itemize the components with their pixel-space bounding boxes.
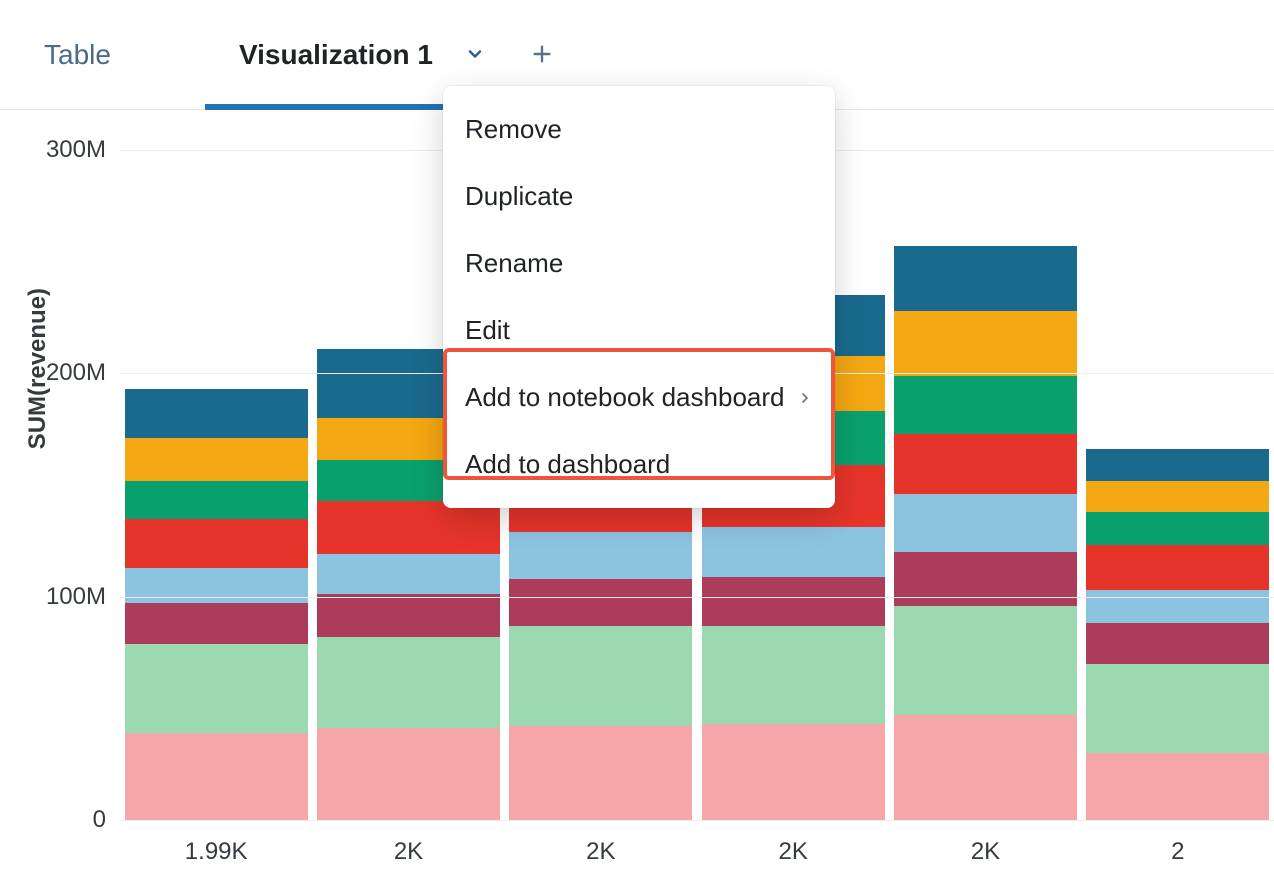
bar-segment [1086,590,1269,624]
menu-add-to-notebook-dashboard[interactable]: Add to notebook dashboard [443,364,835,431]
bar[interactable] [1086,449,1269,820]
bar-segment [1086,623,1269,663]
bar-segment [1086,664,1269,753]
bar-segment [1086,481,1269,512]
bar-segment [317,728,500,820]
chevron-down-icon [465,44,485,64]
bar-segment [509,532,692,579]
bar-segment [894,376,1077,434]
x-tick-label: 1.99K [185,838,248,866]
bar-segment [894,246,1077,311]
bar-segment [317,554,500,594]
menu-remove[interactable]: Remove [443,96,835,163]
y-tick-label: 300M [46,136,120,164]
tab-actions [465,43,553,65]
bar-segment [702,527,885,576]
bar-segment [702,577,885,626]
gridline [120,597,1274,598]
bar-segment [1086,449,1269,480]
x-tick-label: 2 [1171,838,1184,866]
bar-segment [894,311,1077,376]
bar-segment [894,494,1077,552]
bar-segment [125,438,308,480]
bar-segment [317,637,500,729]
bar-segment [509,726,692,820]
plus-icon [531,43,553,65]
x-tick-label: 2K [394,838,423,866]
menu-add-to-dashboard[interactable]: Add to dashboard [443,431,835,498]
tab-menu-trigger[interactable] [465,44,485,64]
bar-segment [702,626,885,724]
bar-segment [317,594,500,636]
menu-add-to-notebook-dashboard-label: Add to notebook dashboard [465,382,784,413]
menu-rename[interactable]: Rename [443,230,835,297]
bar-segment [317,501,500,555]
bar[interactable] [894,246,1077,820]
bar-segment [1086,512,1269,546]
bar-segment [1086,545,1269,590]
tab-table[interactable]: Table [40,39,115,109]
bar-segment [125,568,308,604]
menu-edit[interactable]: Edit [443,297,835,364]
menu-duplicate[interactable]: Duplicate [443,163,835,230]
y-tick-label: 0 [93,806,120,834]
x-axis: 1.99K 2K 2K 2K 2K 2 [120,820,1274,880]
tab-visualization-1-label: Visualization 1 [239,39,433,70]
bar-segment [125,481,308,519]
bar-segment [125,603,308,643]
bar-segment [125,389,308,438]
bar-segment [125,733,308,820]
bar[interactable] [125,389,308,820]
bar-segment [1086,753,1269,820]
tab-context-menu: Remove Duplicate Rename Edit Add to note… [443,86,835,508]
add-tab-button[interactable] [531,43,553,65]
chevron-right-icon [797,390,813,406]
y-tick-label: 100M [46,583,120,611]
bar-segment [125,519,308,568]
x-tick-label: 2K [778,838,807,866]
bar-segment [894,434,1077,494]
bar-segment [894,715,1077,820]
bar-segment [702,724,885,820]
y-tick-label: 200M [46,359,120,387]
bar-segment [894,606,1077,715]
bar-segment [509,579,692,626]
x-tick-label: 2K [586,838,615,866]
bar-segment [125,644,308,733]
bar-segment [509,626,692,727]
x-tick-label: 2K [971,838,1000,866]
